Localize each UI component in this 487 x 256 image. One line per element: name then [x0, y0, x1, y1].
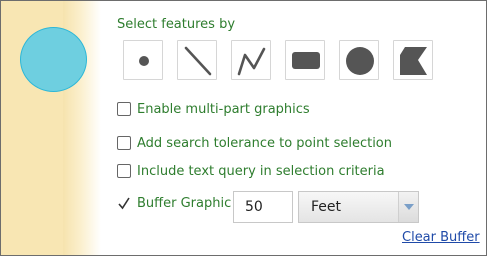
- polyline-tool-button[interactable]: [231, 40, 271, 80]
- multi-part-checkbox[interactable]: [117, 102, 131, 116]
- point-icon: [139, 56, 149, 66]
- buffer-graphic-option[interactable]: Buffer Graphic: [117, 194, 231, 212]
- checkmark-icon: [118, 197, 130, 210]
- buffer-graphic-label: Buffer Graphic: [137, 195, 232, 211]
- circle-tool-button[interactable]: [339, 40, 379, 80]
- rectangle-tool-button[interactable]: [285, 40, 325, 80]
- circle-icon: [346, 47, 374, 75]
- line-icon: [184, 46, 212, 76]
- multi-part-option[interactable]: Enable multi-part graphics: [117, 100, 310, 118]
- text-query-checkbox[interactable]: [117, 164, 131, 178]
- multi-part-label: Enable multi-part graphics: [137, 101, 310, 117]
- map-view[interactable]: [1, 1, 101, 255]
- select-features-heading: Select features by: [117, 17, 236, 32]
- rectangle-icon: [292, 52, 320, 69]
- search-tolerance-checkbox[interactable]: [117, 136, 131, 150]
- text-query-option[interactable]: Include text query in selection criteria: [117, 162, 385, 180]
- chevron-down-icon: [404, 204, 414, 210]
- polygon-icon: [400, 47, 427, 75]
- polyline-icon: [237, 47, 266, 76]
- buffer-graphic-checkbox[interactable]: [117, 196, 131, 210]
- point-tool-button[interactable]: [123, 40, 163, 80]
- select-panel-frame: Select features by Enable multi-part gra…: [0, 0, 487, 256]
- search-tolerance-option[interactable]: Add search tolerance to point selection: [117, 134, 392, 152]
- circle-graphic[interactable]: [20, 27, 87, 92]
- buffer-distance-input[interactable]: [233, 191, 293, 223]
- buffer-unit-select[interactable]: Feet: [298, 191, 419, 223]
- polygon-tool-button[interactable]: [393, 40, 433, 80]
- clear-buffer-link[interactable]: Clear Buffer: [402, 230, 480, 245]
- dropdown-button[interactable]: [398, 192, 418, 222]
- line-tool-button[interactable]: [177, 40, 217, 80]
- buffer-unit-value: Feet: [311, 199, 342, 215]
- search-tolerance-label: Add search tolerance to point selection: [137, 135, 393, 151]
- text-query-label: Include text query in selection criteria: [137, 163, 385, 179]
